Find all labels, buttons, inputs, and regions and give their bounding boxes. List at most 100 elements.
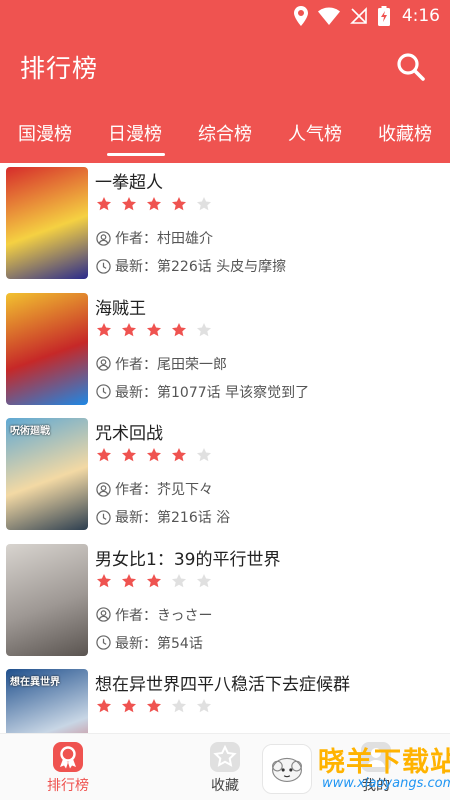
latest-chapter-line: 最新：第1077话 早该察觉到了	[96, 382, 309, 402]
active-tab-indicator	[107, 153, 165, 156]
sheep-logo-icon	[262, 744, 312, 794]
clock-icon	[96, 384, 111, 399]
comic-list: 一拳超人 作者：村田雄介 最新：第226话 头皮与摩擦 海贼王 作者：尾田荣一郎 最新：第…	[0, 163, 450, 733]
user-icon	[96, 607, 111, 622]
site-watermark: 晓羊下载站 www.xiaoyangs.com	[258, 740, 450, 798]
rating-stars	[96, 322, 212, 338]
tab-guoman[interactable]: 国漫榜	[0, 102, 90, 163]
star-empty-icon	[197, 197, 211, 211]
user-icon	[96, 230, 111, 246]
comic-cover-image: 呪術廻戦	[6, 418, 88, 530]
comic-title: 咒术回战	[95, 424, 163, 444]
star-filled-icon	[172, 197, 186, 211]
star-filled-icon	[97, 448, 111, 462]
tab-zonghe[interactable]: 综合榜	[180, 102, 270, 163]
comic-cover-image: 想在異世界	[6, 669, 88, 733]
star-filled-icon	[122, 448, 136, 462]
latest-chapter-text: 最新：第54话	[115, 635, 203, 652]
star-filled-icon	[122, 322, 136, 336]
star-filled-icon	[147, 448, 161, 462]
star-filled-icon	[97, 573, 111, 587]
tab-shoucang[interactable]: 收藏榜	[360, 102, 450, 163]
no-signal-icon	[349, 7, 367, 24]
author-line: 作者：村田雄介	[96, 228, 213, 248]
clock-icon	[96, 258, 111, 274]
author-text: 作者：芥见下々	[115, 482, 213, 498]
latest-chapter-line: 最新：第226话 头皮与摩擦	[96, 256, 286, 276]
star-filled-icon	[147, 322, 161, 336]
cover-title-text: 呪術廻戦	[10, 426, 50, 437]
latest-chapter-line: 最新：第216话 浴	[96, 507, 230, 527]
comic-list-item[interactable]: 呪術廻戦 咒术回战作者：芥见下々最新：第216话 浴	[0, 414, 450, 539]
status-bar: 4:16	[0, 0, 450, 32]
star-filled-icon	[122, 197, 136, 211]
latest-chapter-text: 最新：第226话 头皮与摩擦	[115, 259, 287, 275]
comic-title: 一拳超人	[95, 173, 163, 193]
star-empty-icon	[172, 699, 186, 713]
star-filled-icon	[147, 197, 161, 211]
tab-label: 日漫榜	[108, 123, 162, 145]
rating-stars	[96, 196, 212, 212]
comic-cover-image	[6, 292, 88, 405]
comic-title: 想在异世界四平八稳活下去症候群	[95, 675, 350, 695]
comic-list-item[interactable]: 男女比1：39的平行世界 作者：きっさー最新：第54话	[0, 540, 450, 665]
star-filled-icon	[97, 699, 111, 713]
star-filled-icon	[172, 448, 186, 462]
clock-icon	[96, 509, 111, 525]
tab-label: 综合榜	[198, 123, 252, 145]
nav-ranking[interactable]: 排行榜	[18, 734, 118, 800]
title-row: 排行榜	[0, 32, 450, 102]
latest-chapter-line: 最新：第54话	[96, 633, 203, 653]
comic-list-item[interactable]: 想在異世界 想在异世界四平八稳活下去症候群	[0, 665, 450, 733]
comic-title: 男女比1：39的平行世界	[95, 549, 281, 570]
nav-label: 排行榜	[47, 778, 89, 794]
star-filled-icon	[147, 573, 161, 587]
latest-chapter-text: 最新：第216话 浴	[115, 510, 231, 526]
rating-stars	[96, 698, 212, 714]
tab-label: 人气榜	[288, 123, 342, 145]
location-icon	[293, 6, 308, 26]
star-filled-icon	[172, 322, 186, 336]
clock: 4:16	[401, 6, 440, 26]
author-text: 作者：村田雄介	[115, 231, 213, 247]
author-line: 作者：尾田荣一郎	[96, 354, 227, 374]
status-icons: 4:16	[293, 5, 440, 27]
author-line: 作者：きっさー	[96, 605, 212, 625]
user-icon	[96, 356, 111, 371]
search-icon[interactable]	[396, 52, 426, 82]
star-filled-icon	[97, 322, 111, 336]
app-header: 4:16 排行榜 国漫榜 日漫榜 综合榜 人气榜 收藏榜	[0, 0, 450, 163]
star-empty-icon	[197, 699, 211, 713]
star-empty-icon	[197, 448, 211, 462]
star-filled-icon	[97, 197, 111, 211]
watermark-title: 晓羊下载站	[318, 747, 450, 778]
comic-list-item[interactable]: 海贼王作者：尾田荣一郎最新：第1077话 早该察觉到了	[0, 289, 450, 414]
battery-icon	[377, 6, 390, 26]
star-filled-icon	[122, 699, 136, 713]
wifi-icon	[317, 7, 340, 25]
tab-label: 国漫榜	[18, 123, 72, 145]
latest-chapter-text: 最新：第1077话 早该察觉到了	[115, 384, 310, 401]
star-empty-icon	[197, 322, 211, 336]
star-filled-icon	[147, 699, 161, 713]
star-empty-icon	[172, 573, 186, 587]
cover-title-text: 想在異世界	[10, 677, 60, 688]
star-filled-icon	[122, 573, 136, 587]
rating-stars	[96, 573, 212, 589]
comic-list-item[interactable]: 一拳超人作者：村田雄介最新：第226话 头皮与摩擦	[0, 163, 450, 288]
favorites-icon	[210, 742, 240, 772]
star-empty-icon	[197, 573, 211, 587]
user-icon	[96, 481, 111, 497]
author-text: 作者：尾田荣一郎	[115, 356, 227, 373]
ranking-tabs: 国漫榜 日漫榜 综合榜 人气榜 收藏榜	[0, 102, 450, 163]
rating-stars	[96, 447, 212, 463]
watermark-url: www.xiaoyangs.com	[322, 776, 450, 791]
tab-renqi[interactable]: 人气榜	[270, 102, 360, 163]
comic-cover-image	[6, 167, 88, 279]
ranking-icon	[53, 742, 83, 772]
tab-label: 收藏榜	[378, 123, 432, 145]
clock-icon	[96, 635, 111, 650]
comic-title: 海贼王	[95, 298, 146, 319]
author-line: 作者：芥见下々	[96, 479, 213, 499]
page-title: 排行榜	[20, 54, 99, 83]
